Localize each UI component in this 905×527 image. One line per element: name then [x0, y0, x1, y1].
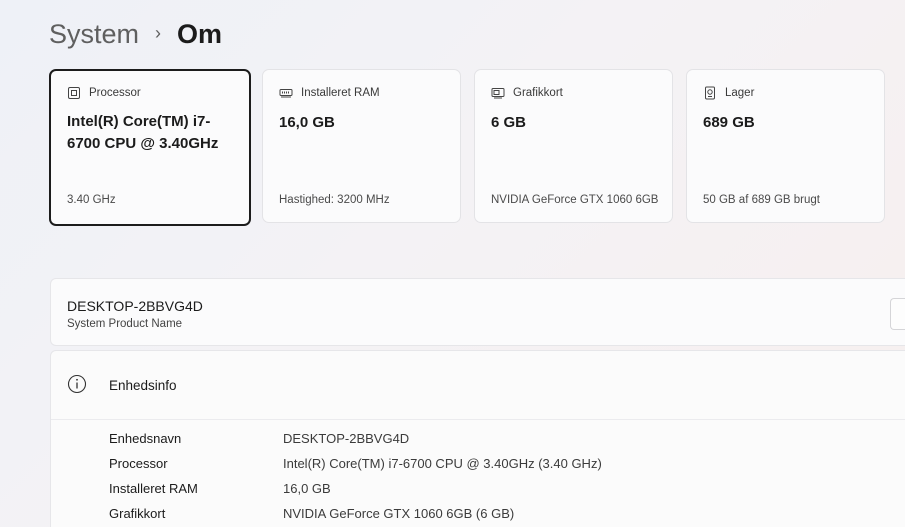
card-header: Processor	[67, 86, 141, 100]
card-value: 6 GB	[491, 114, 527, 131]
processor-card[interactable]: Processor Intel(R) Core(TM) i7-6700 CPU …	[49, 69, 251, 226]
card-subtext: NVIDIA GeForce GTX 1060 6GB	[491, 194, 659, 206]
card-value: Intel(R) Core(TM) i7-6700 CPU @ 3.40GHz	[67, 113, 219, 152]
spec-value: NVIDIA GeForce GTX 1060 6GB (6 GB)	[283, 506, 515, 521]
spec-label: Installeret RAM	[109, 481, 198, 496]
chevron-right-icon: ›	[155, 22, 162, 43]
card-header: Lager	[703, 86, 754, 100]
spec-label: Grafikkort	[109, 506, 166, 521]
info-icon	[67, 374, 87, 394]
storage-icon	[703, 86, 717, 100]
breadcrumb-system-link[interactable]: System	[49, 19, 139, 50]
ram-icon	[279, 86, 293, 100]
card-value: 16,0 GB	[279, 114, 335, 131]
breadcrumb: System › Om	[49, 14, 222, 54]
card-subtext: 3.40 GHz	[67, 194, 116, 206]
card-subtext: Hastighed: 3200 MHz	[279, 194, 390, 206]
device-product-name: System Product Name	[67, 318, 183, 330]
spec-cards: Processor Intel(R) Core(TM) i7-6700 CPU …	[49, 69, 886, 226]
rename-button[interactable]	[890, 298, 905, 330]
device-info-header[interactable]: Enhedsinfo	[51, 351, 905, 420]
processor-icon	[67, 86, 81, 100]
card-header: Installeret RAM	[279, 86, 380, 100]
spec-value: 16,0 GB	[283, 481, 331, 496]
card-label: Grafikkort	[513, 87, 563, 99]
spec-label: Processor	[109, 456, 168, 471]
card-label: Installeret RAM	[301, 87, 380, 99]
card-header: Grafikkort	[491, 86, 563, 100]
graphics-card-icon	[491, 86, 505, 100]
ram-card[interactable]: Installeret RAM 16,0 GB Hastighed: 3200 …	[262, 69, 461, 223]
device-info-panel: Enhedsinfo Enhedsnavn DESKTOP-2BBVG4D Pr…	[50, 350, 905, 527]
card-value: 689 GB	[703, 114, 755, 131]
device-name-panel: DESKTOP-2BBVG4D System Product Name	[50, 278, 905, 346]
device-name: DESKTOP-2BBVG4D	[67, 298, 203, 314]
spec-label: Enhedsnavn	[109, 431, 182, 446]
card-subtext: 50 GB af 689 GB brugt	[703, 194, 820, 206]
spec-value: Intel(R) Core(TM) i7-6700 CPU @ 3.40GHz …	[283, 456, 602, 471]
storage-card[interactable]: Lager 689 GB 50 GB af 689 GB brugt	[686, 69, 885, 223]
card-label: Lager	[725, 87, 755, 99]
page-title: Om	[177, 18, 223, 49]
card-label: Processor	[89, 87, 141, 99]
graphics-card[interactable]: Grafikkort 6 GB NVIDIA GeForce GTX 1060 …	[474, 69, 673, 223]
spec-value: DESKTOP-2BBVG4D	[283, 431, 410, 446]
device-info-title: Enhedsinfo	[109, 378, 177, 393]
